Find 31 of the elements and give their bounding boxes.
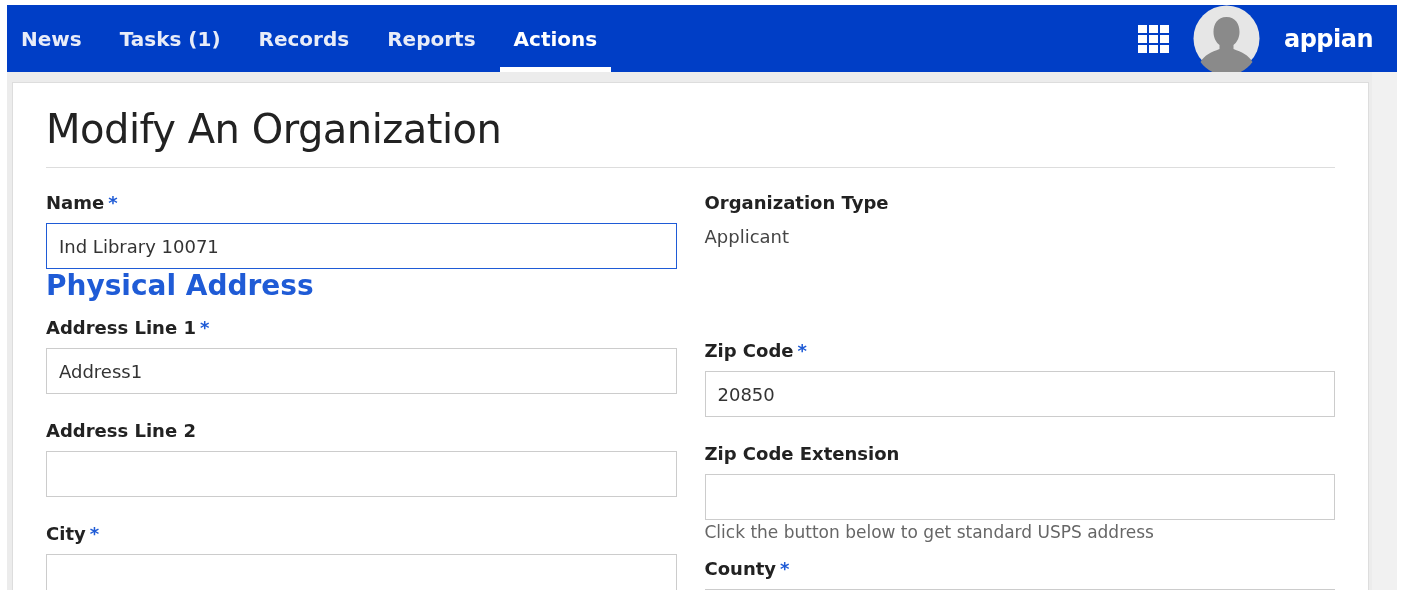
page-title: Modify An Organization (46, 105, 1335, 168)
section-heading: Physical Address (46, 269, 315, 303)
logo-text[interactable]: appian (1283, 20, 1373, 57)
text-field[interactable]: Address1 (46, 348, 677, 394)
nav-tab[interactable]: Reports (373, 5, 490, 72)
field-label: Zip Code Extension (704, 443, 900, 464)
field-label: Address Line 2 (46, 420, 196, 441)
user-avatar[interactable] (1192, 5, 1260, 72)
text-field[interactable] (46, 451, 677, 497)
nav-tab[interactable]: Tasks (1) (105, 5, 235, 72)
nav-tab[interactable]: Records (244, 5, 364, 72)
text-field[interactable] (704, 474, 1335, 520)
field-label: County (704, 557, 777, 579)
scrollbar[interactable] (1372, 72, 1397, 590)
helper-text: Click the button below to get standard USPS address (704, 521, 1155, 544)
field-label: Organization Type (704, 192, 889, 213)
required-mark: * (108, 192, 118, 213)
text-field[interactable]: Ind Library 10071 (46, 223, 677, 269)
nav-tab[interactable]: News (7, 5, 96, 72)
text-field[interactable]: 20850 (704, 371, 1335, 417)
text-field[interactable] (46, 554, 677, 590)
required-mark: * (797, 340, 807, 361)
field-label: Zip Code (704, 340, 794, 361)
required-mark: * (199, 317, 210, 338)
field-value: Applicant (704, 225, 791, 249)
field-label: Address Line 1 (46, 317, 196, 338)
field-label: Name (46, 192, 105, 213)
required-mark: * (89, 523, 100, 544)
required-mark: * (780, 557, 790, 579)
field-label: City (46, 523, 86, 544)
app-grid-icon[interactable] (1137, 24, 1169, 53)
